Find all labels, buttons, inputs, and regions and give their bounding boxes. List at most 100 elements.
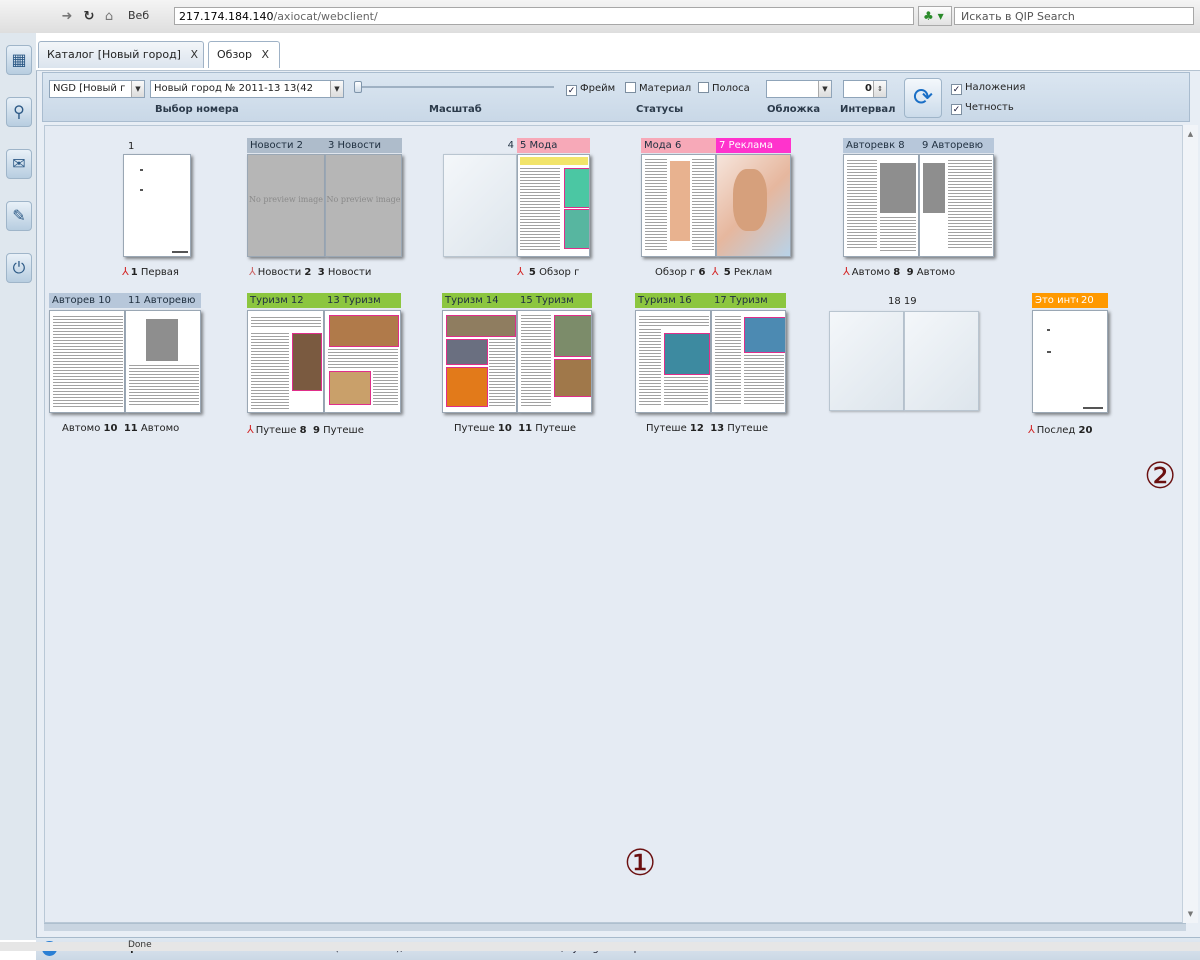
chevron-down-icon: ▼ [818,81,831,97]
overlays-checkbox-box: ✓ [951,84,962,95]
reload-icon[interactable]: ↻ [80,8,98,26]
home-icon[interactable]: ⌂ [100,8,118,26]
overlays-checkbox[interactable]: ✓ Наложения [951,81,1025,95]
refresh-button[interactable]: ⟳ [904,78,942,118]
page-thumbnail[interactable] [517,310,592,413]
web-label[interactable]: Веб [128,9,149,22]
magnifier-icon[interactable]: ⚲ [6,97,32,127]
chat-icon[interactable]: ✉ [6,149,32,179]
section-header: 13 Туризм [324,293,401,308]
section-header: Авторев 10 [49,293,125,308]
page-thumbnail[interactable] [247,310,324,413]
page-thumbnail[interactable]: No preview image [325,154,402,257]
refresh-icon: ⟳ [912,83,934,111]
page-thumbnail[interactable] [517,154,590,257]
caption-text: Автомо [851,267,891,278]
edit-icon[interactable]: ✎ [6,201,32,231]
page-caption[interactable]: ⅄ 1 Первая [122,265,179,278]
page-thumbnail[interactable] [123,154,191,257]
page-caption[interactable]: ⅄ Путеше 8 9 Путеше [247,423,364,436]
pdf-icon[interactable]: ⅄ [1028,423,1035,436]
pdf-icon[interactable]: ⅄ [843,265,850,278]
interval-stepper[interactable]: 0 ⇕ [843,80,887,98]
tab-strip: Каталог [Новый город] X Обзор X [36,33,1200,71]
page-caption[interactable]: ⅄ 5 Обзор г [517,265,579,278]
page-thumbnail[interactable] [443,154,517,257]
page-number: 1 [128,141,135,152]
section-header: 3 Новости [325,138,402,153]
page-thumbnail[interactable] [49,310,125,413]
address-bar[interactable]: 217.174.184.140/axiocat/webclient/ [174,7,914,25]
section-header: Туризм 12 [247,293,324,308]
select-number-label: Выбор номера [155,104,239,115]
catalog-icon[interactable]: ▦ [6,45,32,75]
parity-checkbox[interactable]: ✓ Четность [951,101,1014,115]
page-caption[interactable]: Путеше 10 11 Путеше [454,423,576,434]
scale-slider[interactable] [354,81,554,93]
pdf-icon[interactable]: ⅄ [517,265,524,278]
page-thumbnail[interactable] [711,310,786,413]
scroll-up-icon[interactable]: ▲ [1183,127,1198,141]
url-host: 217.174.184.140 [179,10,274,23]
caption-number: 2 [304,267,312,278]
pdf-icon[interactable]: ⅄ [247,423,254,436]
search-input[interactable]: Искать в QIP Search [954,7,1194,25]
page-thumbnail[interactable] [324,310,401,413]
page-thumbnail[interactable] [125,310,201,413]
caption-text: Путеше [535,423,577,434]
page-thumbnail[interactable] [442,310,517,413]
browser-status-bar: Done [0,940,1200,951]
page-thumbnail[interactable] [919,154,994,257]
section-header: 15 Туризм [517,293,592,308]
caption-number: 9 [312,425,320,436]
page-caption[interactable]: Путеше 12 13 Путеше [646,423,768,434]
page-caption[interactable]: Обзор г 6 ⅄ 5 Реклам [655,265,772,278]
page-thumbnail[interactable] [641,154,716,257]
section-header: 11 Авторевю [125,293,201,308]
page-caption[interactable]: ⅄ Послед 20 [1028,423,1092,436]
parity-checkbox-label: Четность [965,102,1014,113]
page-thumbnail[interactable] [635,310,711,413]
caption-text: Новости [257,267,302,278]
forward-icon[interactable]: ➜ [58,8,76,26]
close-icon[interactable]: X [190,48,198,61]
stepper-arrows-icon[interactable]: ⇕ [873,81,886,97]
page-caption[interactable]: ⅄ Автомо 8 9 Автомо [843,265,955,278]
tab-overview[interactable]: Обзор X [208,41,280,68]
page-thumbnail[interactable]: No preview image [247,154,325,257]
material-checkbox[interactable]: Материал [625,82,691,96]
pdf-icon[interactable]: ⅄ [712,265,719,278]
close-icon[interactable]: X [262,48,270,61]
caption-number: 8 [893,267,901,278]
tab-catalog[interactable]: Каталог [Новый город] X [38,41,204,68]
page-thumbnail[interactable] [904,311,979,411]
frame-checkbox[interactable]: ✓ Фрейм [566,82,615,96]
page-thumbnail[interactable] [843,154,919,257]
chevron-down-icon: ▼ [131,81,144,97]
vertical-scrollbar[interactable]: ▲ ▼ [1182,125,1198,923]
interval-value: 0 [865,83,872,94]
pdf-icon[interactable]: ⅄ [122,265,129,278]
overlays-checkbox-label: Наложения [965,82,1026,93]
strip-checkbox[interactable]: Полоса [698,82,750,96]
annotation-marker-1: ① [624,843,657,884]
cover-select[interactable]: ▼ [766,80,832,98]
page-thumbnail[interactable] [1032,310,1108,413]
search-engine-button[interactable]: ♣ ▾ [918,6,952,26]
page-caption[interactable]: ⅄ Новости 2 3 Новости [249,265,371,278]
pdf-icon[interactable]: ⅄ [249,265,256,278]
page-thumbnail[interactable] [829,311,904,411]
page-caption[interactable]: Автомо 10 11 Автомо [62,423,179,434]
issue-select[interactable]: NGD [Новый г ▼ [49,80,145,98]
caption-number: 3 [317,267,325,278]
caption-number: 5 [723,267,731,278]
number-select[interactable]: Новый город № 2011-13 13(42 ▼ [150,80,344,98]
slider-thumb[interactable] [354,81,362,93]
tab-overview-label: Обзор [217,48,253,61]
page-thumbnail[interactable] [716,154,791,257]
caption-number: 20 [1078,425,1093,436]
scroll-down-icon[interactable]: ▼ [1183,907,1198,921]
splitter[interactable] [44,923,1186,931]
power-icon[interactable]: ⏻ [6,253,32,283]
strip-checkbox-box [698,82,709,93]
